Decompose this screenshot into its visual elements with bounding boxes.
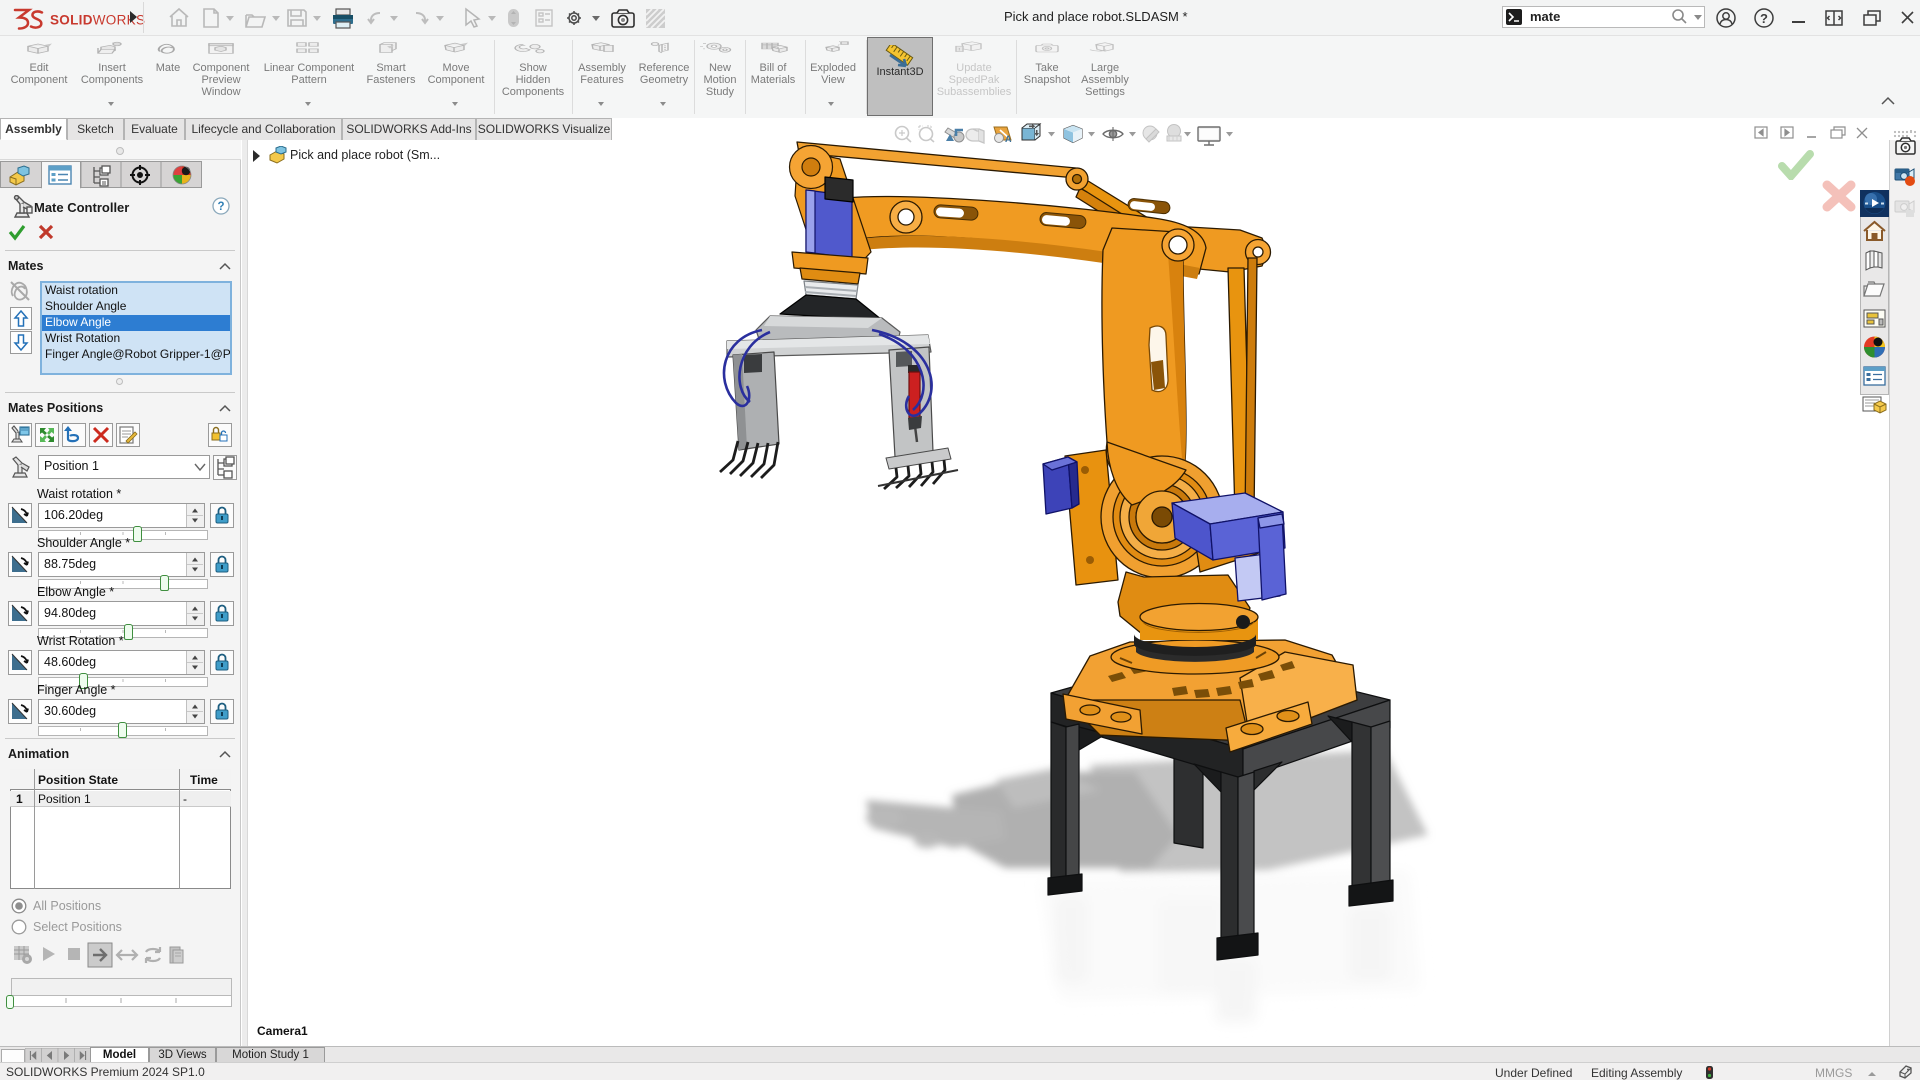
svg-text:?: ? [1760, 11, 1768, 26]
svg-text:A: A [1005, 134, 1012, 144]
svg-text:?: ? [218, 201, 225, 213]
svg-text:!: ! [958, 48, 961, 52]
